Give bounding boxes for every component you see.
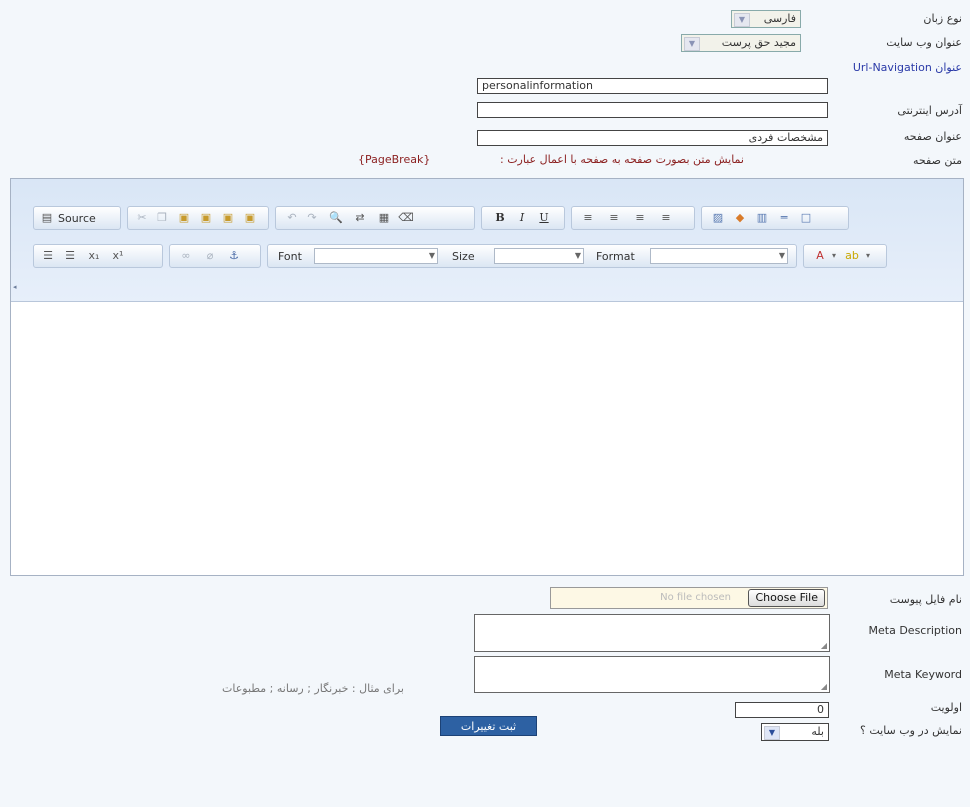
- unlink-icon[interactable]: ⌀: [202, 248, 218, 264]
- font-select[interactable]: ▼: [314, 248, 438, 264]
- flash-icon[interactable]: ◆: [732, 210, 748, 226]
- background-color-icon[interactable]: ab: [844, 248, 860, 264]
- paste-icon[interactable]: ▣: [176, 210, 192, 226]
- web-address-input[interactable]: [477, 102, 828, 118]
- website-value: مجید حق پرست: [721, 36, 796, 49]
- show-on-site-select[interactable]: بله ▼: [761, 723, 829, 741]
- web-address-label: آدرس اینترنتی: [897, 104, 962, 117]
- meta-keyword-label: Meta Keyword: [884, 668, 962, 681]
- toolbar-group-colors: A ▾ ab ▾: [803, 244, 887, 268]
- chevron-down-icon: ▼: [574, 251, 581, 260]
- toolbar-group-align: ≡ ≡ ≡ ≡: [571, 206, 695, 230]
- italic-button[interactable]: I: [514, 210, 530, 226]
- align-justify-icon[interactable]: ≡: [658, 210, 674, 226]
- special-char-icon[interactable]: □: [798, 210, 814, 226]
- meta-keyword-example: برای مثال : خبرنگار ; رسانه ; مطبوعات: [222, 682, 404, 695]
- toolbar-group-styles: Font ▼ Size ▼ Format ▼: [267, 244, 797, 268]
- align-right-icon[interactable]: ≡: [632, 210, 648, 226]
- choose-file-button[interactable]: Choose File: [748, 589, 825, 607]
- anchor-icon[interactable]: ⚓: [226, 248, 242, 264]
- attachment-label: نام فایل پیوست: [889, 593, 962, 606]
- chevron-down-icon: ▼: [764, 726, 780, 740]
- paste-word-icon[interactable]: ▣: [220, 210, 236, 226]
- chevron-down-icon[interactable]: ▾: [860, 248, 876, 264]
- pagebreak-hint: نمایش متن بصورت صفحه به صفحه با اعمال عب…: [500, 153, 744, 166]
- replace-icon[interactable]: ⇄: [352, 210, 368, 226]
- page-title-input[interactable]: مشخصات فردی: [477, 130, 828, 146]
- align-left-icon[interactable]: ≡: [580, 210, 596, 226]
- priority-label: اولویت: [930, 701, 962, 714]
- chevron-down-icon: ▼: [778, 251, 785, 260]
- pagebreak-token: {PageBreak}: [358, 153, 431, 166]
- language-label: نوع زبان: [923, 12, 962, 25]
- toolbar-group-edit: ↶ ↷ 🔍 ⇄ ▦ ⌫: [275, 206, 475, 230]
- find-icon[interactable]: 🔍: [328, 210, 344, 226]
- bulleted-list-icon[interactable]: ☰: [62, 248, 78, 264]
- eraser-icon[interactable]: ⌫: [398, 210, 414, 226]
- save-changes-button[interactable]: ثبت تغییرات: [440, 716, 537, 736]
- toolbar-group-insert: ▨ ◆ ▥ ═ □: [701, 206, 849, 230]
- size-select[interactable]: ▼: [494, 248, 584, 264]
- paste-text-icon[interactable]: ▣: [198, 210, 214, 226]
- language-value: فارسی: [763, 12, 796, 25]
- file-input[interactable]: No file chosen Choose File: [550, 587, 828, 609]
- chevron-down-icon: ▼: [428, 251, 435, 260]
- meta-description-label: Meta Description: [868, 624, 962, 637]
- select-all-icon[interactable]: ▦: [376, 210, 392, 226]
- rich-text-editor: ▤ Source ✂ ❐ ▣ ▣ ▣ ▣ ↶ ↷ 🔍 ⇄ ▦ ⌫ B I U ≡…: [10, 178, 964, 576]
- editor-toolbar: ▤ Source ✂ ❐ ▣ ▣ ▣ ▣ ↶ ↷ 🔍 ⇄ ▦ ⌫ B I U ≡…: [11, 179, 963, 302]
- collapse-toolbar-icon[interactable]: ◂: [13, 283, 21, 291]
- table-icon[interactable]: ▥: [754, 210, 770, 226]
- toolbar-group-lists: ☰ ☰ x₁ x¹: [33, 244, 163, 268]
- align-center-icon[interactable]: ≡: [606, 210, 622, 226]
- website-select[interactable]: مجید حق پرست ▼: [681, 34, 801, 52]
- resize-grip-icon[interactable]: ◢: [821, 641, 827, 650]
- paste-special-icon[interactable]: ▣: [242, 210, 258, 226]
- show-on-site-value: بله: [811, 725, 824, 738]
- superscript-icon[interactable]: x¹: [110, 248, 126, 264]
- copy-icon[interactable]: ❐: [154, 210, 170, 226]
- url-navigation-input[interactable]: personalinformation: [477, 78, 828, 94]
- format-label: Format: [596, 250, 635, 263]
- page-title-label: عنوان صفحه: [903, 130, 962, 143]
- toolbar-group-source: ▤ Source: [33, 206, 121, 230]
- website-title-label: عنوان وب سایت: [886, 36, 962, 49]
- undo-icon[interactable]: ↶: [284, 210, 300, 226]
- page-text-label: متن صفحه: [913, 154, 962, 167]
- meta-keyword-textarea[interactable]: ◢: [474, 656, 830, 693]
- toolbar-group-links: ∞ ⌀ ⚓: [169, 244, 261, 268]
- bold-button[interactable]: B: [492, 210, 508, 226]
- cut-icon[interactable]: ✂: [134, 210, 150, 226]
- language-select[interactable]: فارسی ▼: [731, 10, 801, 28]
- priority-input[interactable]: 0: [735, 702, 829, 718]
- show-on-site-label: نمایش در وب سایت ؟: [860, 724, 962, 737]
- horizontal-rule-icon[interactable]: ═: [776, 210, 792, 226]
- image-icon[interactable]: ▨: [710, 210, 726, 226]
- size-label: Size: [452, 250, 475, 263]
- meta-description-textarea[interactable]: ◢: [474, 614, 830, 652]
- url-navigation-label: عنوان Url-Navigation: [852, 61, 962, 74]
- format-select[interactable]: ▼: [650, 248, 788, 264]
- numbered-list-icon[interactable]: ☰: [40, 248, 56, 264]
- font-label: Font: [278, 250, 302, 263]
- link-icon[interactable]: ∞: [178, 248, 194, 264]
- subscript-icon[interactable]: x₁: [86, 248, 102, 264]
- page: نوع زبان فارسی ▼ عنوان وب سایت مجید حق پ…: [0, 0, 970, 807]
- toolbar-group-basic: B I U: [481, 206, 565, 230]
- chevron-down-icon[interactable]: ▾: [826, 248, 842, 264]
- resize-grip-icon[interactable]: ◢: [821, 682, 827, 691]
- source-icon: ▤: [41, 211, 53, 224]
- chevron-down-icon: ▼: [734, 13, 750, 27]
- underline-button[interactable]: U: [536, 210, 552, 226]
- chevron-down-icon: ▼: [684, 37, 700, 51]
- source-button[interactable]: Source: [58, 212, 96, 225]
- toolbar-group-clipboard: ✂ ❐ ▣ ▣ ▣ ▣: [127, 206, 269, 230]
- no-file-status: No file chosen: [660, 592, 731, 603]
- redo-icon[interactable]: ↷: [304, 210, 320, 226]
